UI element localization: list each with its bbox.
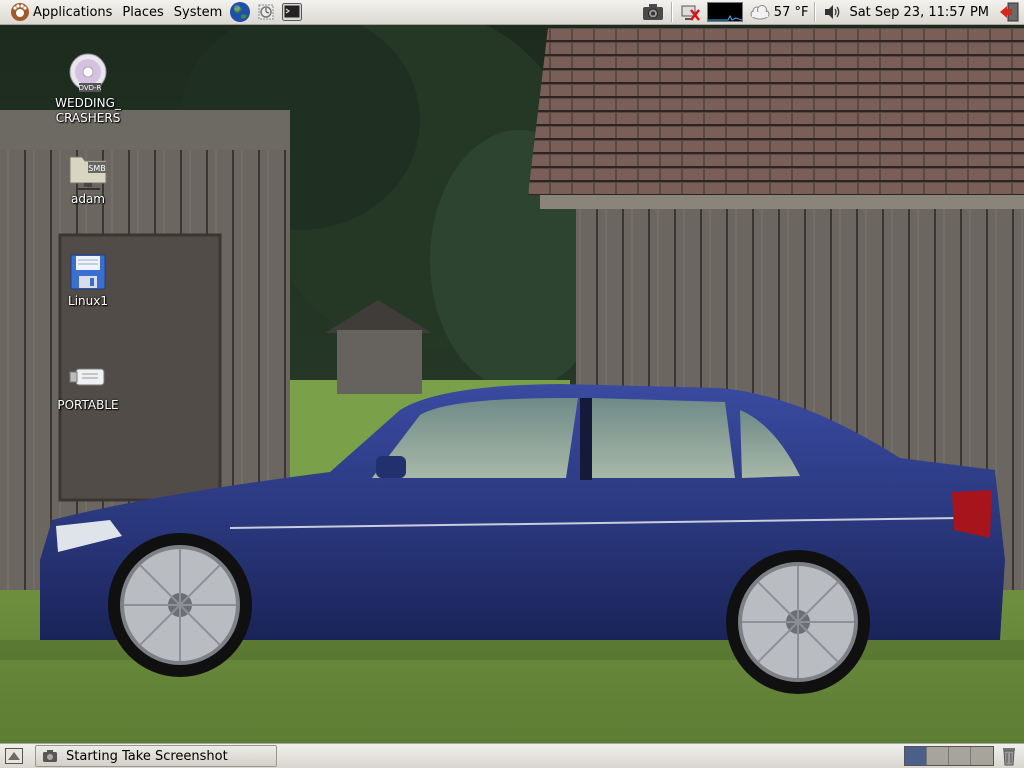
desktop-icon-linux1[interactable]: Linux1 — [43, 250, 133, 309]
workspace-4[interactable] — [971, 747, 993, 765]
dvd-r-disc-icon-wrap: DVD-R — [66, 52, 110, 96]
places-menu-label: Places — [122, 4, 164, 20]
applications-menu[interactable]: Applications — [0, 0, 117, 25]
volume-control[interactable] — [819, 0, 845, 25]
trash-icon — [1003, 748, 1015, 766]
desktop-icon-wedding-crashers[interactable]: DVD-R WEDDING_ CRASHERS — [43, 52, 133, 126]
bottom-panel: Starting Take Screenshot — [0, 743, 1024, 768]
desktop-icon-label: WEDDING_ CRASHERS — [55, 96, 121, 125]
camera-icon — [642, 4, 663, 20]
network-monitor-graph[interactable] — [704, 0, 746, 25]
mail-launcher[interactable] — [255, 1, 277, 23]
clock-label: Sat Sep 23, 11:57 PM — [849, 4, 989, 20]
system-menu-label: System — [173, 4, 223, 20]
network-status[interactable] — [676, 0, 704, 25]
applications-menu-label: Applications — [33, 4, 113, 20]
desktop-wallpaper — [0, 0, 1024, 768]
desktop-icon-label: adam — [70, 192, 105, 206]
floppy-disk-icon-wrap — [66, 250, 110, 294]
workspace-3[interactable] — [949, 747, 971, 765]
usb-drive-icon-wrap — [66, 354, 110, 398]
places-menu[interactable]: Places — [117, 0, 168, 25]
taskbar-button-label: Starting Take Screenshot — [66, 748, 228, 764]
show-desktop-button[interactable] — [3, 746, 25, 766]
notification-area: 57 °F Sat Sep 23, 11:57 PM — [638, 0, 1024, 25]
workspace-1[interactable] — [905, 747, 927, 765]
logout-exit-icon — [1000, 2, 1019, 22]
network-disconnected-icon — [681, 5, 700, 21]
terminal-icon — [282, 3, 303, 21]
svg-text:DVD-R: DVD-R — [79, 84, 102, 92]
mail-stamp-icon — [258, 4, 274, 20]
dvd-r-disc-icon: DVD-R — [69, 53, 107, 92]
top-panel: Applications Places System 57 °F Sat Sep… — [0, 0, 1024, 25]
weather-cloud-icon — [750, 5, 770, 20]
tray-separator — [814, 2, 817, 22]
show-desktop-icon — [5, 748, 23, 764]
trash-button[interactable] — [1000, 746, 1018, 766]
terminal-launcher[interactable] — [281, 1, 303, 23]
weather-applet[interactable]: 57 °F — [746, 0, 812, 25]
camera-small-icon — [43, 750, 57, 762]
taskbar-button-take-screenshot[interactable]: Starting Take Screenshot — [35, 745, 277, 767]
workspace-switcher — [904, 746, 994, 766]
web-browser-globe-icon — [230, 2, 251, 22]
desktop-icon-label: Linux1 — [68, 294, 108, 308]
speaker-volume-icon — [825, 5, 840, 19]
tray-separator — [670, 2, 673, 22]
svg-text:SMB: SMB — [88, 164, 105, 173]
clock-applet[interactable]: Sat Sep 23, 11:57 PM — [845, 0, 995, 25]
smb-network-folder-icon: SMB — [69, 156, 107, 190]
system-menu[interactable]: System — [169, 0, 227, 25]
web-browser-launcher[interactable] — [229, 1, 251, 23]
desktop-icon-portable[interactable]: PORTABLE — [43, 354, 133, 413]
logout-button[interactable] — [995, 0, 1024, 25]
usb-drive-icon — [69, 368, 105, 386]
smb-network-folder-icon-wrap: SMB — [66, 148, 110, 192]
floppy-disk-icon — [70, 254, 106, 290]
desktop-icon-label: PORTABLE — [57, 398, 119, 412]
temperature-label: 57 °F — [773, 4, 809, 20]
network-load-spark — [707, 14, 742, 21]
network-load-graph — [706, 2, 743, 22]
desktop-icon-adam[interactable]: SMB adam — [43, 148, 133, 207]
gnome-foot-icon — [11, 3, 29, 21]
workspace-2[interactable] — [927, 747, 949, 765]
take-screenshot-button[interactable] — [638, 0, 668, 25]
